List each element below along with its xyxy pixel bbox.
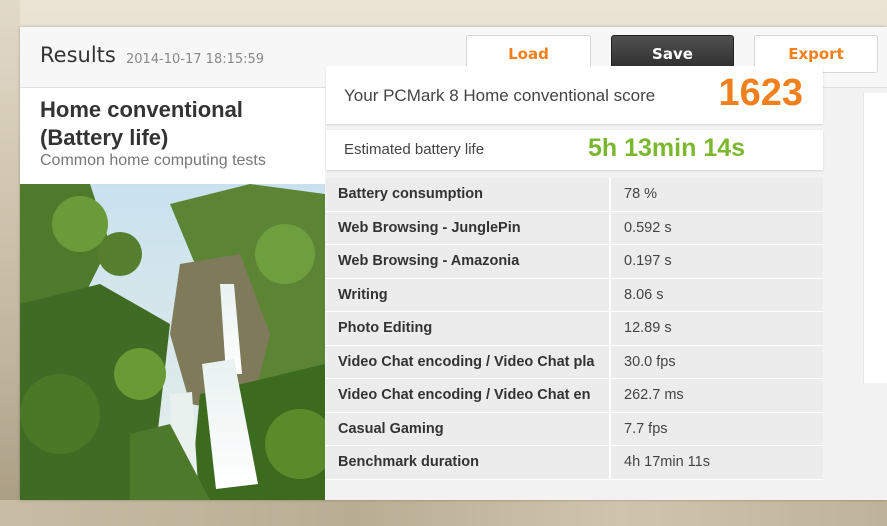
column-divider (609, 345, 611, 378)
results-table: Battery consumption 78 % Web Browsing - … (326, 178, 823, 480)
result-value: 8.06 s (624, 286, 664, 303)
test-info-panel: Home conventional (Battery life) Common … (20, 88, 325, 500)
score-card: Your PCMark 8 Home conventional score 16… (326, 66, 823, 124)
result-name: Battery consumption (338, 186, 484, 202)
page-title: Results (40, 43, 116, 67)
table-row: Video Chat encoding / Video Chat en 262.… (326, 379, 823, 413)
result-name: Video Chat encoding / Video Chat en (338, 387, 591, 403)
table-row: Video Chat encoding / Video Chat pla 30.… (326, 345, 823, 379)
column-divider (609, 412, 611, 445)
result-name: Photo Editing (338, 320, 433, 336)
column-divider (609, 278, 611, 311)
column-divider (609, 245, 611, 278)
background-decoration (0, 0, 20, 526)
table-row: Benchmark duration 4h 17min 11s (326, 446, 823, 480)
result-name: Casual Gaming (338, 420, 444, 437)
score-value: 1623 (718, 72, 803, 114)
result-value: 0.197 s (624, 253, 672, 269)
test-subtitle: Common home computing tests (40, 152, 266, 169)
battery-label: Estimated battery life (344, 141, 485, 158)
column-divider (609, 446, 611, 479)
result-value: 4h 17min 11s (624, 454, 710, 470)
result-value: 262.7 ms (624, 387, 684, 403)
result-name: Video Chat encoding / Video Chat pla (338, 353, 595, 370)
result-value: 78 % (624, 186, 658, 202)
result-value: 7.7 fps (624, 420, 668, 437)
table-row: Writing 8.06 s (326, 278, 823, 312)
waterfall-image (20, 184, 325, 500)
result-value: 12.89 s (624, 320, 672, 336)
score-label: Your PCMark 8 Home conventional score (344, 86, 656, 105)
next-panel-edge (863, 93, 887, 383)
column-divider (609, 178, 611, 211)
result-name: Web Browsing - JunglePin (338, 219, 521, 236)
table-row: Web Browsing - Amazonia 0.197 s (326, 245, 823, 279)
battery-card: Estimated battery life 5h 13min 14s (326, 130, 823, 170)
result-name: Writing (338, 286, 388, 303)
battery-value: 5h 13min 14s (588, 134, 746, 162)
table-row: Casual Gaming 7.7 fps (326, 412, 823, 446)
column-divider (609, 312, 611, 345)
result-name: Benchmark duration (338, 454, 479, 470)
result-name: Web Browsing - Amazonia (338, 253, 520, 269)
result-timestamp: 2014-10-17 18:15:59 (126, 52, 265, 67)
table-row: Photo Editing 12.89 s (326, 312, 823, 346)
column-divider (609, 379, 611, 412)
table-row: Battery consumption 78 % (326, 178, 823, 212)
background-decoration-bottom (0, 500, 887, 526)
table-row: Web Browsing - JunglePin 0.592 s (326, 211, 823, 245)
test-name: Home conventional (Battery life) (40, 97, 243, 150)
column-divider (609, 211, 611, 244)
result-value: 30.0 fps (624, 353, 676, 370)
result-value: 0.592 s (624, 219, 672, 236)
